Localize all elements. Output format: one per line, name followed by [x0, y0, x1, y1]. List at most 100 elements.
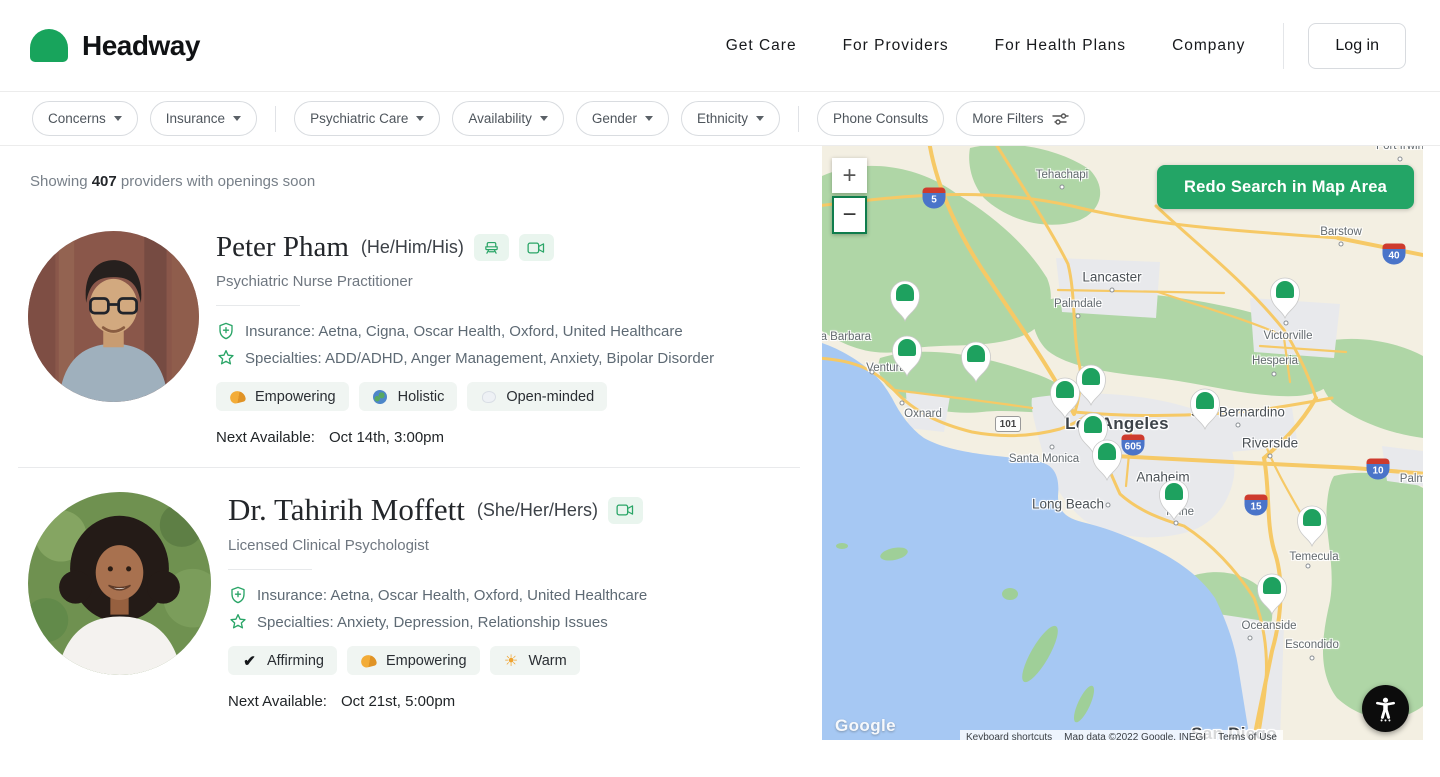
- provider-card[interactable]: Dr. Tahirih Moffett (She/Her/Hers) Licen…: [0, 492, 822, 710]
- sliders-filter-icon: [1052, 113, 1069, 125]
- filter-bar: Concerns Insurance Psychiatric Care Avai…: [0, 92, 1440, 146]
- map-city-label: Barstow: [1320, 226, 1362, 238]
- check-icon: [241, 652, 258, 669]
- filter-label: Concerns: [48, 111, 106, 126]
- provider-name[interactable]: Peter Pham: [216, 231, 349, 264]
- provider-photo-illustration: [28, 492, 211, 675]
- map-attribution: Keyboard shortcuts Map data ©2022 Google…: [960, 730, 1283, 740]
- video-sessions-chip[interactable]: [519, 234, 554, 261]
- filter-ethnicity[interactable]: Ethnicity: [681, 101, 780, 136]
- video-camera-icon: [527, 241, 545, 255]
- headway-wordmark: Headway: [82, 30, 200, 62]
- trait-label: Open-minded: [506, 389, 594, 405]
- star-icon: [228, 612, 248, 632]
- provider-photo[interactable]: [28, 492, 211, 675]
- chair-icon: [483, 239, 500, 256]
- filter-label: Phone Consults: [833, 111, 928, 126]
- zoom-in-button[interactable]: +: [832, 158, 867, 193]
- trait-label: Holistic: [398, 389, 445, 405]
- map-city-dot: [1339, 242, 1344, 247]
- highway-shield: 101: [995, 416, 1021, 432]
- redo-search-button[interactable]: Redo Search in Map Area: [1157, 165, 1414, 209]
- provider-insurance: Insurance: Aetna, Cigna, Oscar Health, O…: [245, 323, 683, 340]
- provider-specialties: Specialties: Anxiety, Depression, Relati…: [257, 614, 608, 631]
- map-city-label: Santa Barbara: [822, 331, 871, 343]
- map-city-dot: [1076, 314, 1081, 319]
- trait-label: Affirming: [267, 653, 324, 669]
- zoom-out-button[interactable]: −: [832, 196, 867, 234]
- provider-results-list: Showing 407 providers with openings soon: [0, 146, 822, 777]
- map[interactable]: Fort Irwin Tehachapi Barstow Lancaster P…: [822, 146, 1423, 740]
- filter-psychiatric-care[interactable]: Psychiatric Care: [294, 101, 440, 136]
- map-city-label: Palmdale: [1054, 298, 1102, 310]
- map-city-dot: [870, 370, 875, 375]
- map-city-dot: [1248, 636, 1253, 641]
- nav-get-care[interactable]: Get Care: [726, 37, 797, 55]
- next-available-row: Next Available: Oct 14th, 3:00pm: [216, 429, 714, 446]
- video-sessions-chip[interactable]: [608, 497, 643, 524]
- map-city-label: Oceanside: [1242, 620, 1297, 632]
- filter-insurance[interactable]: Insurance: [150, 101, 257, 136]
- highway-shield: 40: [1383, 244, 1406, 265]
- map-data-attribution: Map data ©2022 Google, INEGI: [1058, 730, 1212, 740]
- accessibility-widget-button[interactable]: [1362, 685, 1409, 732]
- provider-pronouns: (She/Her/Hers): [477, 500, 598, 521]
- top-navigation-bar: Headway Get Care For Providers For Healt…: [0, 0, 1440, 92]
- nav-company[interactable]: Company: [1172, 37, 1245, 55]
- highway-shield: 605: [1122, 435, 1145, 456]
- next-available-row: Next Available: Oct 21st, 5:00pm: [228, 693, 647, 710]
- summary-count: 407: [92, 173, 117, 190]
- in-person-sessions-chip[interactable]: [474, 234, 509, 261]
- chevron-down-icon: [756, 116, 764, 121]
- filter-more-filters[interactable]: More Filters: [956, 101, 1084, 136]
- trait-label: Empowering: [255, 389, 336, 405]
- map-city-label: Santa Monica: [1009, 453, 1079, 465]
- next-available-value: Oct 21st, 5:00pm: [341, 693, 455, 710]
- trait-badge: Open-minded: [467, 382, 607, 411]
- trait-badge: Empowering: [216, 382, 349, 411]
- card-mini-divider: [228, 569, 312, 570]
- shield-plus-icon: [216, 321, 236, 341]
- filter-label: Insurance: [166, 111, 225, 126]
- map-city-dot: [1306, 564, 1311, 569]
- highway-shield: 10: [1367, 459, 1390, 480]
- provider-card[interactable]: Peter Pham (He/Him/His): [0, 231, 822, 446]
- map-city-dot: [1398, 157, 1403, 162]
- filter-availability[interactable]: Availability: [452, 101, 564, 136]
- star-icon: [216, 348, 236, 368]
- main-nav: Get Care For Providers For Health Plans …: [726, 37, 1246, 55]
- keyboard-shortcuts-link[interactable]: Keyboard shortcuts: [960, 730, 1058, 740]
- provider-photo[interactable]: [28, 231, 199, 402]
- sun-icon: [503, 652, 520, 669]
- nav-divider: [1283, 23, 1284, 69]
- filter-label: Psychiatric Care: [310, 111, 408, 126]
- map-city-dot: [1284, 321, 1289, 326]
- summary-prefix: Showing: [30, 173, 88, 190]
- provider-title: Licensed Clinical Psychologist: [228, 537, 647, 554]
- map-city-dot: [1236, 423, 1241, 428]
- map-city-dot: [1272, 372, 1277, 377]
- map-city-label: Hesperia: [1252, 355, 1298, 367]
- nav-for-health-plans[interactable]: For Health Plans: [995, 37, 1126, 55]
- provider-name[interactable]: Dr. Tahirih Moffett: [228, 492, 465, 528]
- nav-for-providers[interactable]: For Providers: [843, 37, 949, 55]
- filter-concerns[interactable]: Concerns: [32, 101, 138, 136]
- map-city-dot: [1310, 656, 1315, 661]
- next-available-label: Next Available:: [228, 693, 327, 710]
- filter-label: More Filters: [972, 111, 1043, 126]
- filter-gender[interactable]: Gender: [576, 101, 669, 136]
- chevron-down-icon: [114, 116, 122, 121]
- terms-of-use-link[interactable]: Terms of Use: [1212, 730, 1283, 740]
- shield-plus-icon: [228, 585, 248, 605]
- filter-phone-consults[interactable]: Phone Consults: [817, 101, 944, 136]
- map-city-dot: [1110, 288, 1115, 293]
- google-logo: Google: [835, 716, 896, 736]
- map-city-label: Tehachapi: [1036, 169, 1088, 181]
- headway-logo[interactable]: Headway: [30, 29, 200, 62]
- provider-photo-illustration: [28, 231, 199, 402]
- chevron-down-icon: [233, 116, 241, 121]
- login-button[interactable]: Log in: [1308, 23, 1406, 69]
- thought-balloon-icon: [480, 388, 497, 405]
- map-city-label: Long Beach: [1032, 497, 1104, 512]
- headway-logo-icon: [30, 29, 68, 62]
